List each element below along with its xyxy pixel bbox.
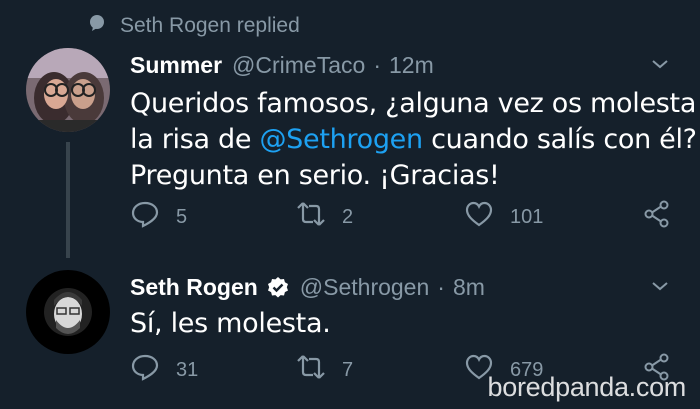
user-handle[interactable]: @Sethrogen	[300, 274, 430, 301]
retweet-button[interactable]: 2	[296, 199, 353, 235]
chevron-down-icon[interactable]	[650, 276, 670, 296]
reply-count: 5	[176, 205, 188, 228]
display-name[interactable]: Summer	[130, 52, 222, 79]
timestamp[interactable]: 12m	[389, 52, 434, 79]
retweet-icon	[296, 199, 326, 235]
chevron-down-icon[interactable]	[650, 54, 670, 74]
like-count: 101	[510, 205, 544, 228]
heart-icon	[464, 199, 494, 235]
separator-dot: ·	[373, 52, 381, 78]
mention-link[interactable]: @Sethrogen	[259, 124, 423, 155]
tweet-text-line: Queridos famosos, ¿alguna vez os molesta	[130, 88, 697, 119]
speech-bubble-icon	[88, 14, 106, 38]
reply-context: Seth Rogen replied	[88, 14, 300, 38]
avatar[interactable]	[26, 48, 110, 132]
reply-button[interactable]: 31	[130, 352, 198, 388]
reply-count: 31	[176, 358, 199, 381]
separator-dot: ·	[437, 274, 445, 300]
tweet-actions: 5 2 101	[0, 199, 700, 235]
watermark: boredpanda.com	[487, 372, 687, 402]
share-icon	[642, 199, 672, 235]
tweet-header: Seth Rogen @Sethrogen · 8m	[130, 274, 485, 301]
tweet-header: Summer @CrimeTaco · 12m	[130, 52, 434, 79]
text-fragment: la risa de	[130, 124, 260, 155]
display-name[interactable]: Seth Rogen	[130, 274, 258, 301]
share-button[interactable]	[642, 199, 672, 235]
retweet-button[interactable]: 7	[296, 352, 353, 388]
reply-context-label: Seth Rogen replied	[120, 14, 300, 37]
tweet-text: Queridos famosos, ¿alguna vez os molesta…	[130, 86, 697, 194]
reply-icon	[130, 199, 160, 235]
user-handle[interactable]: @CrimeTaco	[232, 52, 365, 79]
like-button[interactable]: 101	[464, 199, 543, 235]
tweet-text-line: Pregunta en serio. ¡Gracias!	[130, 160, 500, 191]
reply-button[interactable]: 5	[130, 199, 187, 235]
tweet-text-line: la risa de @Sethrogen cuando salís con é…	[130, 122, 697, 158]
timestamp[interactable]: 8m	[453, 274, 485, 301]
avatar[interactable]	[26, 270, 110, 354]
verified-badge-icon	[266, 276, 290, 300]
tweet-text: Sí, les molesta.	[130, 308, 331, 339]
reply-icon	[130, 352, 160, 388]
retweet-count: 2	[342, 205, 354, 228]
retweet-icon	[296, 352, 326, 388]
retweet-count: 7	[342, 358, 354, 381]
text-fragment: cuando salís con él?	[422, 124, 697, 155]
